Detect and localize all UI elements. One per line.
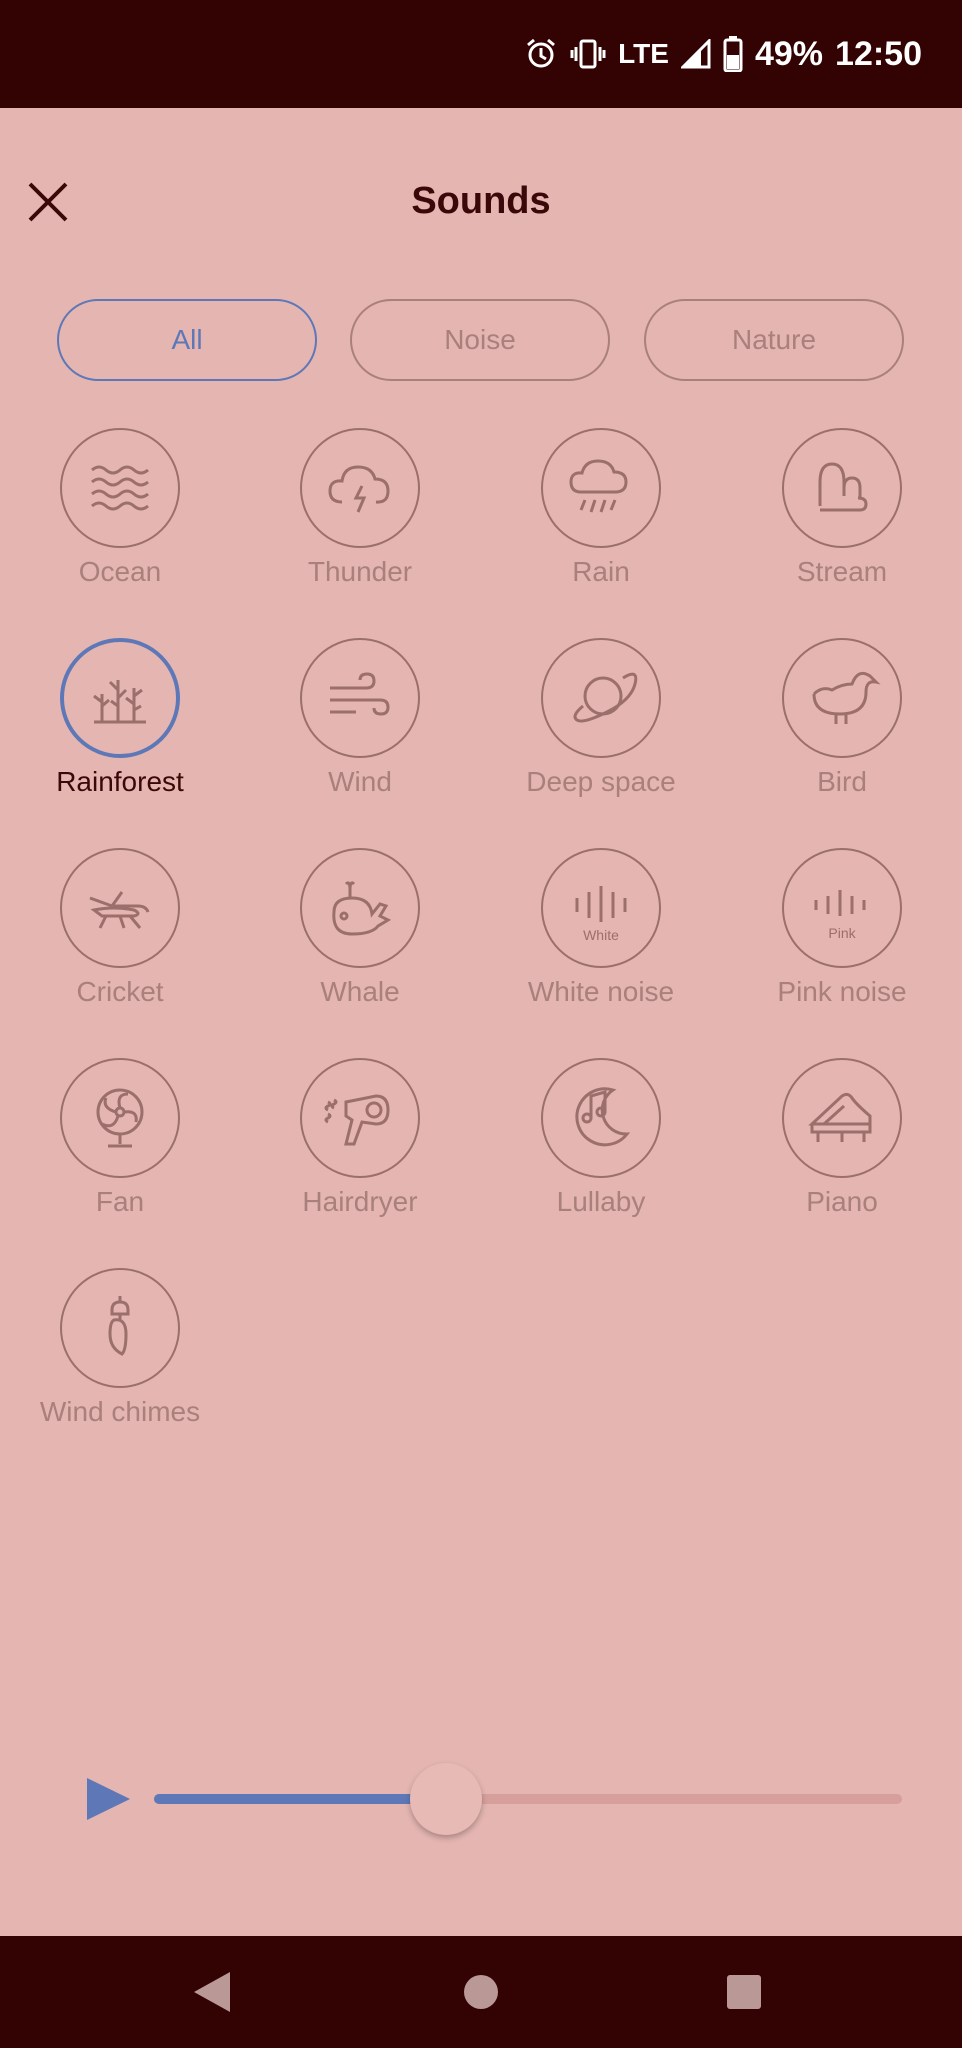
volume-slider-fill (154, 1794, 446, 1804)
pink-noise-icon-text: Pink (828, 925, 856, 941)
sound-lullaby[interactable]: Lullaby (491, 1058, 711, 1258)
battery-level: 49% (754, 34, 824, 73)
page-title: Sounds (411, 180, 551, 222)
sound-wind-chimes[interactable]: Wind chimes (10, 1268, 230, 1468)
sound-label: Piano (806, 1186, 878, 1217)
sound-label: Pink noise (777, 976, 907, 1007)
bird-circle (782, 638, 902, 758)
sound-white-noise[interactable]: White White noise (491, 848, 711, 1048)
white-noise-icon: White (575, 886, 627, 943)
piano-circle (782, 1058, 902, 1178)
back-button[interactable] (182, 1960, 246, 2024)
sound-label: Wind chimes (39, 1396, 201, 1427)
sound-label: Lullaby (556, 1186, 646, 1217)
recents-button[interactable] (712, 1960, 776, 2024)
sound-wind[interactable]: Wind (250, 638, 470, 838)
wind-chimes-circle (60, 1268, 180, 1388)
battery-icon (723, 36, 743, 72)
home-button[interactable] (449, 1960, 513, 2024)
sound-bird[interactable]: Bird (732, 638, 952, 838)
sound-whale[interactable]: Whale (250, 848, 470, 1048)
status-bar: LTE 49% 12:50 (0, 0, 962, 108)
hairdryer-circle (300, 1058, 420, 1178)
sound-pink-noise[interactable]: Pink Pink noise (732, 848, 952, 1048)
planet-icon (573, 672, 638, 723)
vibrate-icon (570, 37, 606, 71)
sound-label: Hairdryer (302, 1186, 418, 1217)
wind-icon (330, 672, 390, 716)
sound-thunder[interactable]: Thunder (250, 428, 470, 628)
home-icon (464, 1975, 498, 2009)
pink-noise-circle: Pink (782, 848, 902, 968)
sound-cricket[interactable]: Cricket (10, 848, 230, 1048)
alarm-icon (524, 37, 558, 71)
lullaby-icon (575, 1087, 631, 1147)
piano-icon (808, 1092, 872, 1142)
sound-piano[interactable]: Piano (732, 1058, 952, 1258)
header: Sounds (0, 108, 962, 298)
signal-icon (680, 39, 711, 69)
fan-circle (60, 1058, 180, 1178)
sound-label: Stream (796, 556, 888, 587)
recents-icon (727, 1975, 761, 2009)
bird-icon (812, 671, 881, 724)
sound-label: Rainforest (56, 766, 184, 797)
white-noise-icon-text: White (583, 927, 619, 943)
whale-circle (300, 848, 420, 968)
navigation-bar (0, 1936, 962, 2048)
rain-cloud-icon (569, 459, 628, 513)
whale-icon (332, 881, 392, 936)
sound-label: Fan (95, 1186, 145, 1217)
lullaby-circle (541, 1058, 661, 1178)
sound-rain[interactable]: Rain (491, 428, 711, 628)
sound-label: Deep space (526, 766, 676, 797)
sound-fan[interactable]: Fan (10, 1058, 230, 1258)
thunder-cloud-icon (328, 465, 390, 513)
sound-label: White noise (527, 976, 675, 1007)
pink-noise-icon: Pink (814, 890, 866, 941)
sound-label: Thunder (307, 556, 413, 587)
sound-stream[interactable]: Stream (732, 428, 952, 628)
volume-slider[interactable] (154, 1763, 902, 1835)
fan-icon (96, 1088, 144, 1148)
filter-all[interactable]: All (57, 299, 317, 381)
sound-deep-space[interactable]: Deep space (491, 638, 711, 838)
sound-label: Bird (817, 766, 867, 797)
thunder-circle (300, 428, 420, 548)
cricket-icon (89, 891, 150, 929)
sound-label: Cricket (76, 976, 164, 1007)
trees-icon (93, 680, 146, 724)
network-type: LTE (618, 38, 669, 69)
wind-circle (300, 638, 420, 758)
play-icon (87, 1778, 130, 1820)
sound-rainforest[interactable]: Rainforest (10, 638, 230, 838)
filter-nature[interactable]: Nature (644, 299, 904, 381)
white-noise-circle: White (541, 848, 661, 968)
sound-ocean[interactable]: Ocean (10, 428, 230, 628)
sound-label: Whale (320, 976, 400, 1007)
rain-circle (541, 428, 661, 548)
volume-slider-thumb[interactable] (409, 1763, 482, 1835)
sound-label: Ocean (78, 556, 162, 587)
filter-noise[interactable]: Noise (350, 299, 610, 381)
status-icons: LTE 49% 12:50 (524, 0, 922, 108)
stream-circle (782, 428, 902, 548)
waves-icon (91, 465, 149, 511)
sound-label: Rain (572, 556, 630, 587)
hairdryer-icon (324, 1094, 390, 1146)
cricket-circle (60, 848, 180, 968)
wind-chimes-icon (108, 1296, 130, 1356)
rainforest-circle (60, 638, 180, 758)
clock: 12:50 (835, 34, 922, 73)
deep-space-circle (541, 638, 661, 758)
ocean-circle (60, 428, 180, 548)
player-bar (0, 1760, 962, 1840)
play-button[interactable] (84, 1774, 134, 1824)
sound-label: Wind (328, 766, 392, 797)
stream-icon (818, 462, 868, 512)
sound-hairdryer[interactable]: Hairdryer (250, 1058, 470, 1258)
back-icon (194, 1972, 230, 2012)
